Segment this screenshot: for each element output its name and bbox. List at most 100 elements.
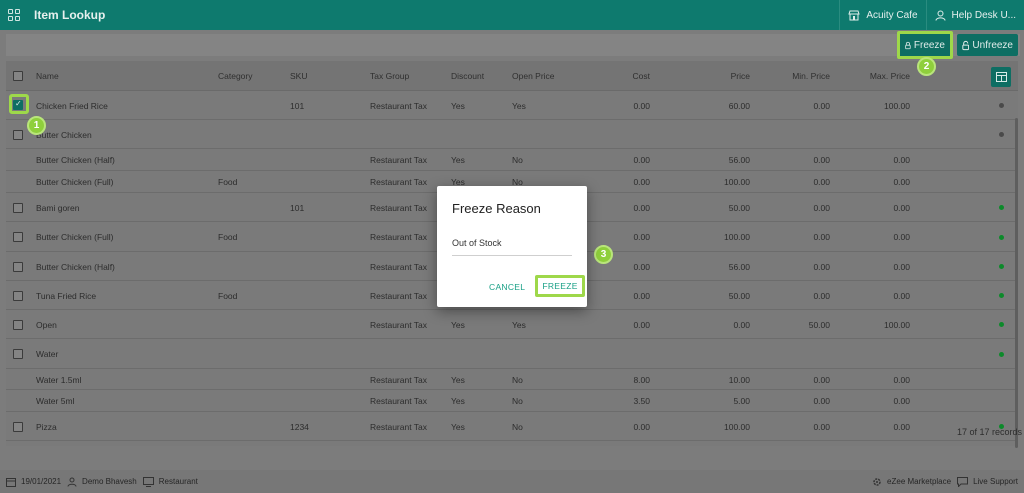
item-min-price: 0.00 — [813, 232, 830, 242]
table-row[interactable]: Chicken Fried Rice 101 Restaurant Tax Ye… — [6, 91, 1018, 120]
item-cost: 0.00 — [633, 422, 650, 432]
freeze-button[interactable]: Freeze — [897, 31, 953, 59]
row-checkbox[interactable] — [13, 203, 23, 213]
item-sku: 101 — [290, 203, 305, 213]
item-min-price: 0.00 — [813, 203, 830, 213]
apps-grid-icon[interactable] — [8, 8, 21, 22]
confirm-freeze-button[interactable]: FREEZE — [535, 275, 585, 297]
item-open-price: Yes — [512, 101, 526, 111]
freeze-reason-input[interactable]: Out of Stock — [452, 238, 572, 256]
row-checkbox[interactable] — [13, 232, 23, 242]
col-discount[interactable]: Discount — [451, 71, 484, 81]
col-max-price[interactable]: Max. Price — [860, 71, 910, 81]
item-tax-group: Restaurant Tax — [370, 203, 428, 213]
table-row[interactable]: Water 5ml Restaurant Tax Yes No 3.50 5.0… — [6, 390, 1018, 412]
status-bar: 19/01/2021 Demo Bhavesh Restaurant eZee … — [0, 470, 1024, 493]
user-icon — [935, 10, 946, 21]
item-name: Chicken Fried Rice — [36, 101, 108, 111]
status-indicator — [999, 235, 1004, 240]
col-price[interactable]: Price — [710, 71, 750, 81]
col-cost[interactable]: Cost — [610, 71, 650, 81]
row-checkbox[interactable] — [13, 262, 23, 272]
item-discount: Yes — [451, 422, 465, 432]
item-price: 10.00 — [728, 375, 750, 385]
table-row[interactable]: Open Restaurant Tax Yes Yes 0.00 0.00 50… — [6, 310, 1018, 339]
live-support-link[interactable]: Live Support — [957, 476, 1018, 487]
item-name: Tuna Fried Rice — [36, 291, 97, 301]
page-title: Item Lookup — [34, 8, 106, 22]
footer-outlet-text: Restaurant — [158, 477, 198, 486]
col-category[interactable]: Category — [218, 71, 253, 81]
table-row[interactable]: Water — [6, 339, 1018, 369]
item-category: Food — [218, 177, 238, 187]
item-name: Water 5ml — [36, 396, 75, 406]
item-min-price: 0.00 — [813, 375, 830, 385]
item-tax-group: Restaurant Tax — [370, 155, 428, 165]
freeze-reason-dialog: Freeze Reason Out of Stock CANCEL FREEZE — [437, 186, 587, 307]
item-tax-group: Restaurant Tax — [370, 422, 428, 432]
item-price: 50.00 — [728, 203, 750, 213]
filter-bar — [6, 34, 1020, 56]
store-icon — [848, 10, 861, 20]
item-name: Water — [36, 349, 59, 359]
row-checkbox[interactable] — [13, 291, 23, 301]
item-cost: 3.50 — [633, 396, 650, 406]
item-tax-group: Restaurant Tax — [370, 101, 428, 111]
unfreeze-button[interactable]: Unfreeze — [957, 34, 1018, 56]
monitor-icon — [142, 476, 154, 487]
column-settings-button[interactable] — [991, 67, 1011, 87]
item-price: 0.00 — [733, 320, 750, 330]
table-row[interactable]: Butter Chicken — [6, 120, 1018, 149]
col-sku[interactable]: SKU — [290, 71, 307, 81]
row-checkbox[interactable] — [13, 422, 23, 432]
item-name: Butter Chicken — [36, 130, 92, 140]
footer-user: Demo Bhavesh — [67, 477, 137, 487]
item-max-price: 0.00 — [893, 232, 910, 242]
marketplace-link[interactable]: eZee Marketplace — [872, 477, 951, 487]
table-row[interactable]: Butter Chicken (Half) Restaurant Tax Yes… — [6, 149, 1018, 171]
item-cost: 0.00 — [633, 291, 650, 301]
status-indicator — [999, 293, 1004, 298]
item-price: 100.00 — [724, 422, 750, 432]
dialog-title: Freeze Reason — [452, 201, 541, 216]
item-tax-group: Restaurant Tax — [370, 232, 428, 242]
item-min-price: 0.00 — [813, 177, 830, 187]
item-min-price: 50.00 — [808, 320, 830, 330]
item-max-price: 0.00 — [893, 203, 910, 213]
user-menu[interactable]: Help Desk U... — [925, 0, 1024, 30]
status-indicator — [999, 103, 1004, 108]
select-all-checkbox[interactable] — [13, 71, 23, 81]
item-open-price: Yes — [512, 320, 526, 330]
col-min-price[interactable]: Min. Price — [780, 71, 830, 81]
item-name: Pizza — [36, 422, 57, 432]
item-min-price: 0.00 — [813, 101, 830, 111]
item-name: Open — [36, 320, 57, 330]
step-marker-1: 1 — [27, 116, 46, 135]
row-checkbox[interactable] — [13, 320, 23, 330]
item-sku: 101 — [290, 101, 305, 111]
item-price: 100.00 — [724, 177, 750, 187]
col-open-price[interactable]: Open Price — [512, 71, 555, 81]
table-row[interactable]: Water 1.5ml Restaurant Tax Yes No 8.00 1… — [6, 369, 1018, 390]
property-selector[interactable]: Acuity Cafe — [839, 0, 925, 30]
item-max-price: 0.00 — [893, 262, 910, 272]
col-name[interactable]: Name — [36, 71, 59, 81]
step-marker-3: 3 — [594, 245, 613, 264]
row-checkbox[interactable] — [13, 349, 23, 359]
user-icon — [67, 477, 77, 487]
lock-icon — [905, 41, 911, 49]
gear-icon — [873, 477, 881, 486]
step-marker-2: 2 — [917, 57, 936, 76]
item-min-price: 0.00 — [813, 155, 830, 165]
chat-icon — [957, 476, 969, 487]
item-cost: 0.00 — [633, 155, 650, 165]
row-checkbox[interactable] — [13, 130, 23, 140]
item-max-price: 0.00 — [893, 291, 910, 301]
col-tax-group[interactable]: Tax Group — [370, 71, 409, 81]
table-scrollbar[interactable] — [1015, 118, 1018, 448]
item-name: Butter Chicken (Half) — [36, 155, 115, 165]
footer-date: 19/01/2021 — [6, 477, 61, 487]
table-row[interactable]: Pizza 1234 Restaurant Tax Yes No 0.00 10… — [6, 412, 1018, 441]
user-menu-label: Help Desk U... — [951, 9, 1016, 21]
cancel-button[interactable]: CANCEL — [489, 282, 525, 292]
